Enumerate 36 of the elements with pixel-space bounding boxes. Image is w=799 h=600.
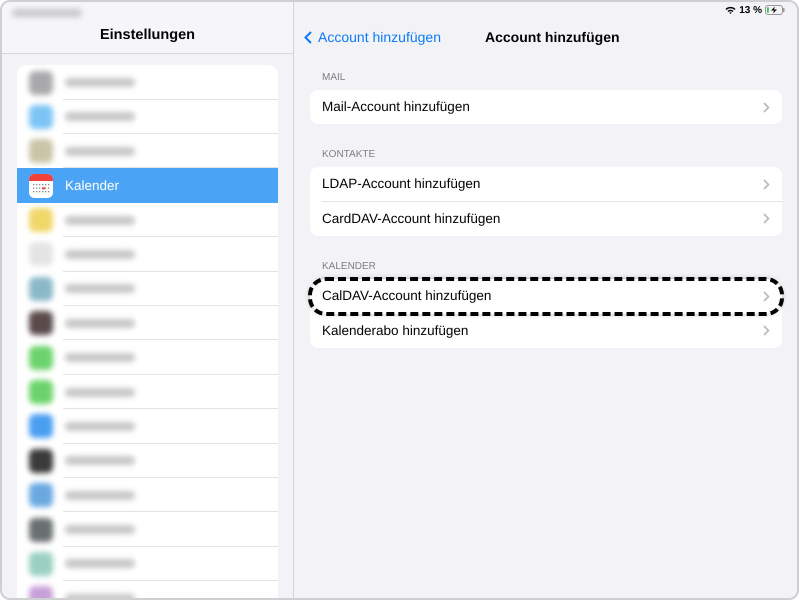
blurred-label <box>65 112 135 122</box>
blurred-label <box>65 216 135 225</box>
blurred-status-text <box>12 9 82 17</box>
settings-row[interactable]: LDAP-Account hinzufügen <box>310 167 782 202</box>
settings-row[interactable]: CalDAV-Account hinzufügen <box>310 279 782 314</box>
chevron-right-icon <box>763 290 770 302</box>
blurred-label <box>65 388 135 397</box>
calendar-icon <box>29 174 53 198</box>
blurred-label <box>65 250 135 259</box>
page-title: Account hinzufügen <box>485 28 620 47</box>
blurred-label <box>65 284 135 294</box>
blurred-label <box>65 146 135 156</box>
battery-icon <box>765 5 785 15</box>
section-header: MAIL <box>322 71 346 85</box>
section-header: KONTAKTE <box>322 148 376 162</box>
chevron-right-icon <box>763 179 770 190</box>
blurred-label <box>65 490 135 500</box>
chevron-left-icon <box>304 30 312 44</box>
blurred-label <box>65 318 135 328</box>
chevron-right-icon <box>763 325 770 336</box>
back-button[interactable]: Account hinzufügen <box>304 26 441 48</box>
settings-row[interactable]: Kalenderabo hinzufügen <box>310 314 782 348</box>
chevron-right-icon <box>763 102 770 113</box>
settings-row[interactable]: CardDAV-Account hinzufügen <box>310 202 782 236</box>
blurred-label <box>65 525 135 534</box>
chevron-right-icon <box>763 213 770 224</box>
blurred-label <box>65 456 135 466</box>
section-header: KALENDER <box>322 260 377 274</box>
battery-percentage: 13 % <box>739 4 762 18</box>
settings-row[interactable]: Mail-Account hinzufügen <box>310 90 782 124</box>
blurred-label <box>65 422 135 431</box>
blurred-label <box>65 559 135 568</box>
blurred-label <box>65 353 135 362</box>
blurred-label <box>65 78 135 87</box>
sidebar-title: Einstellungen <box>98 26 196 45</box>
wifi-icon <box>725 6 736 14</box>
